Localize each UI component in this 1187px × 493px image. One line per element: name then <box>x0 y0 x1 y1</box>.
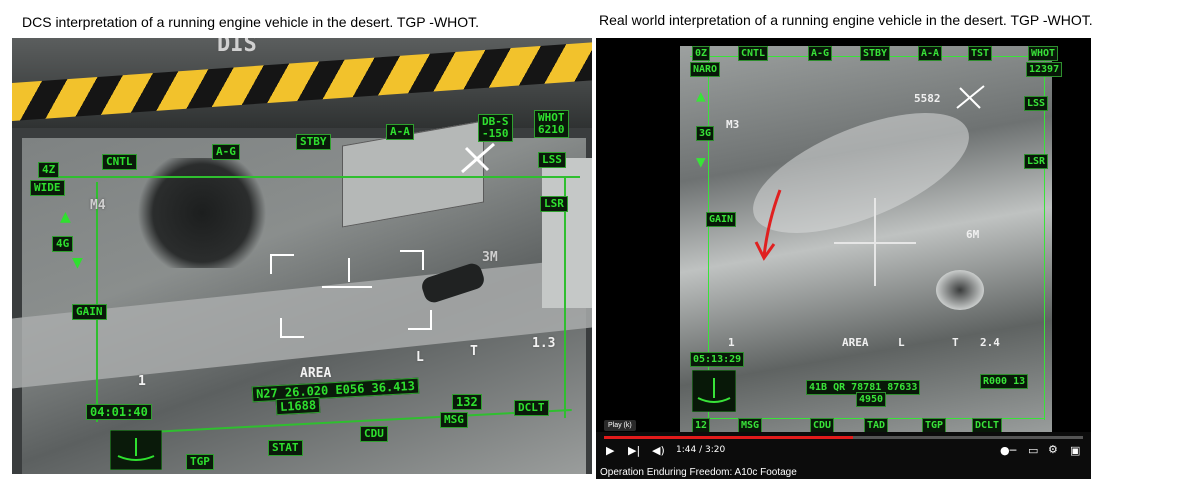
dcs-tgp-screenshot: DIS 4Z CNTL A-G STBY A-A DB-S -150 WHOT … <box>12 38 592 474</box>
zoom-down-arrow-icon[interactable]: ▼ <box>72 252 83 273</box>
track-box-tr <box>400 250 424 270</box>
marker-l: L <box>898 336 905 349</box>
play-icon[interactable]: ▶ <box>606 444 614 457</box>
time-readout: 04:01:40 <box>86 404 152 420</box>
button-cdu[interactable]: CDU <box>360 426 388 442</box>
button-stby[interactable]: STBY <box>296 134 331 150</box>
aircraft-symbol-icon <box>110 430 162 470</box>
label-gain[interactable]: GAIN <box>72 304 107 320</box>
coords-line3: 132 <box>452 394 482 410</box>
miniplayer-icon[interactable]: ▣ <box>1070 444 1080 457</box>
left-caption: DCS interpretation of a running engine v… <box>22 14 480 30</box>
terrain-crater <box>936 270 984 310</box>
label-lsr[interactable]: LSR <box>1024 154 1049 169</box>
zoom-up-arrow-icon[interactable]: ▲ <box>60 206 71 227</box>
button-a-a[interactable]: A-A <box>386 124 414 140</box>
play-tooltip: Play (k) <box>604 420 636 431</box>
next-icon[interactable]: ▶| <box>628 444 640 457</box>
autoplay-toggle-icon[interactable]: ●─ <box>1000 444 1016 457</box>
track-box-bl <box>280 318 304 338</box>
zoom-down-arrow-icon[interactable]: ▼ <box>696 152 706 171</box>
marker-1: 1 <box>138 374 146 389</box>
button-msg[interactable]: MSG <box>440 412 468 428</box>
button-a-g[interactable]: A-G <box>808 46 833 61</box>
marker-l: L <box>416 350 424 365</box>
track-box-tl <box>270 254 294 274</box>
zoom-up-arrow-icon[interactable]: ▲ <box>696 86 706 105</box>
crosshair-h <box>322 286 372 288</box>
marker-1: 1 <box>728 336 735 349</box>
frame-left <box>96 182 98 422</box>
marker-range: 2.4 <box>980 336 1000 349</box>
coords-line2: L1688 <box>275 396 321 416</box>
range-readout: R000 13 <box>980 374 1029 389</box>
captions-icon[interactable]: ▭ <box>1028 444 1038 457</box>
marker-m3: M3 <box>726 118 740 131</box>
building-right <box>542 158 592 308</box>
youtube-video-player[interactable]: 0Z CNTL A-G STBY A-A TST WHOT 12397 NARO… <box>596 38 1091 479</box>
button-cntl[interactable]: CNTL <box>102 154 137 170</box>
label-3g[interactable]: 3G <box>696 126 715 141</box>
label-4g[interactable]: 4G <box>52 236 74 252</box>
label-lss[interactable]: LSS <box>1024 96 1049 111</box>
bezel-label: DIS <box>217 38 257 57</box>
marker-range: 1.3 <box>532 336 556 351</box>
button-a-a[interactable]: A-A <box>918 46 943 61</box>
tree <box>132 158 272 268</box>
marker-area: AREA <box>842 336 869 349</box>
label-gain[interactable]: GAIN <box>706 212 737 227</box>
marker-t: T <box>952 336 959 349</box>
north-arrow-icon <box>956 85 985 109</box>
marker-6m: 6M <box>966 228 980 241</box>
marker-area: AREA <box>300 366 332 381</box>
whot-value: 12397 <box>1026 62 1063 77</box>
button-tgp[interactable]: TGP <box>922 418 947 433</box>
settings-gear-icon[interactable]: ⚙ <box>1048 443 1058 456</box>
marker-m4: M4 <box>90 198 106 213</box>
track-box-br <box>408 310 432 330</box>
progress-fill <box>604 436 854 439</box>
time-readout: 05:13:29 <box>690 352 745 367</box>
annotation-arrow-icon <box>754 189 782 261</box>
marker-t: T <box>470 344 478 359</box>
button-whot[interactable]: WHOT <box>1028 46 1059 61</box>
right-caption: Real world interpretation of a running e… <box>599 12 1093 28</box>
frame-right <box>1044 58 1045 420</box>
video-title: Operation Enduring Freedom: A10c Footage <box>600 467 797 478</box>
button-stby[interactable]: STBY <box>860 46 891 61</box>
button-stat[interactable]: STAT <box>268 440 303 456</box>
button-dclt[interactable]: DCLT <box>514 400 549 416</box>
north-arrow-icon <box>461 142 495 174</box>
label-naro[interactable]: NARO <box>690 62 721 77</box>
label-lsr[interactable]: LSR <box>540 196 568 212</box>
button-msg[interactable]: MSG <box>738 418 763 433</box>
button-whot[interactable]: WHOT 6210 <box>534 110 569 138</box>
label-wide[interactable]: WIDE <box>30 180 65 196</box>
info-line2: 4950 <box>856 392 887 407</box>
button-cntl[interactable]: CNTL <box>738 46 769 61</box>
elevation-readout: 5582 <box>914 92 941 105</box>
crosshair-h <box>834 242 916 244</box>
button-tst[interactable]: TST <box>968 46 993 61</box>
button-a-g[interactable]: A-G <box>212 144 240 160</box>
aircraft-symbol-icon <box>692 370 736 412</box>
button-12[interactable]: 12 <box>692 418 711 433</box>
button-4z[interactable]: 4Z <box>38 162 60 178</box>
button-dclt[interactable]: DCLT <box>972 418 1003 433</box>
marker-3m: 3M <box>482 250 498 265</box>
volume-icon[interactable]: ◀) <box>652 444 665 457</box>
label-lss[interactable]: LSS <box>538 152 566 168</box>
time-display: 1:44 / 3:20 <box>676 445 726 455</box>
button-cdu[interactable]: CDU <box>810 418 835 433</box>
progress-bar[interactable] <box>604 436 1083 439</box>
crosshair-v <box>348 258 350 282</box>
button-0z[interactable]: 0Z <box>692 46 711 61</box>
button-tgp[interactable]: TGP <box>186 454 214 470</box>
frame-top <box>40 176 580 178</box>
frame-right <box>564 178 566 418</box>
button-tad[interactable]: TAD <box>864 418 889 433</box>
